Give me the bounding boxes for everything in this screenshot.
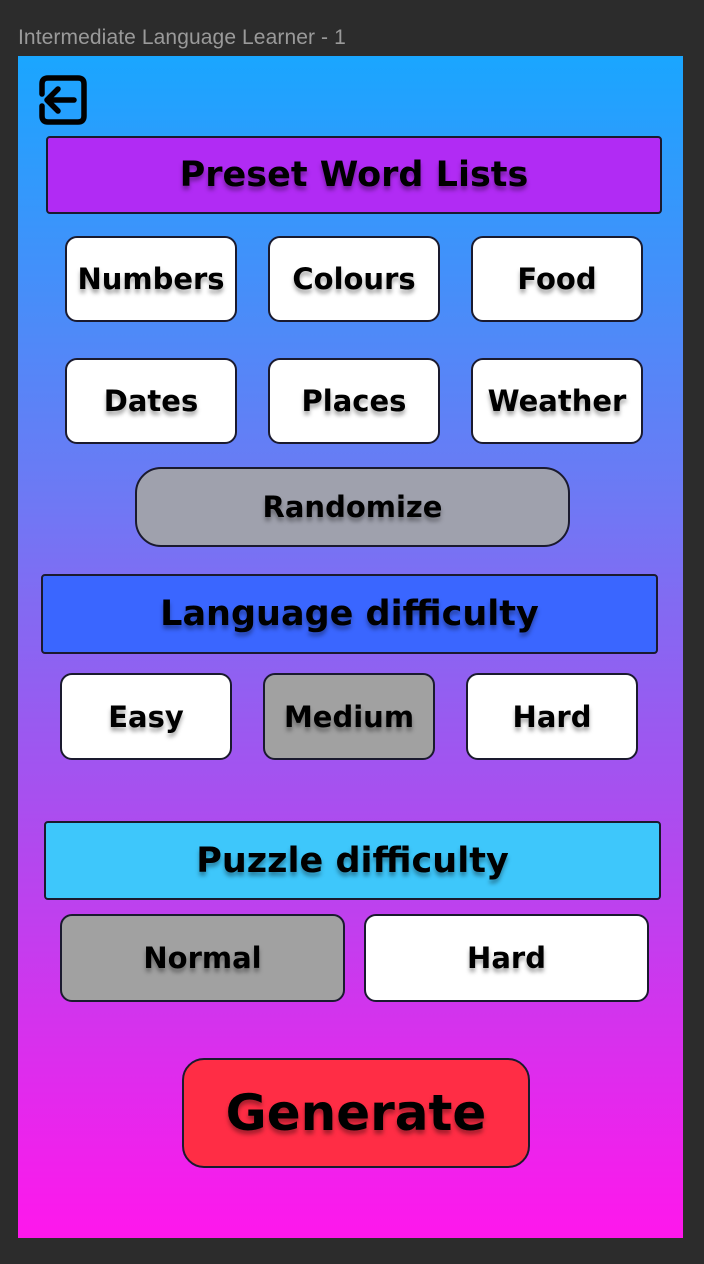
language-hard-button[interactable]: Hard (466, 673, 638, 760)
app-screen: Preset Word Lists Numbers Colours Food D… (18, 56, 683, 1238)
randomize-label: Randomize (262, 490, 443, 524)
language-medium-button[interactable]: Medium (263, 673, 435, 760)
back-button[interactable] (36, 74, 88, 126)
puzzle-normal-label: Normal (143, 941, 262, 975)
preset-word-lists-header: Preset Word Lists (46, 136, 662, 214)
preset-weather-button[interactable]: Weather (471, 358, 643, 444)
preset-numbers-button[interactable]: Numbers (65, 236, 237, 322)
language-difficulty-header: Language difficulty (41, 574, 658, 654)
language-medium-label: Medium (283, 699, 415, 734)
language-easy-button[interactable]: Easy (60, 673, 232, 760)
preset-numbers-label: Numbers (77, 262, 225, 296)
puzzle-normal-button[interactable]: Normal (60, 914, 345, 1002)
frame-title: Intermediate Language Learner - 1 (18, 26, 346, 49)
preset-word-lists-title: Preset Word Lists (179, 155, 529, 195)
randomize-button[interactable]: Randomize (135, 467, 570, 547)
puzzle-difficulty-header: Puzzle difficulty (44, 821, 661, 900)
preset-places-button[interactable]: Places (268, 358, 440, 444)
preset-weather-label: Weather (487, 384, 627, 418)
preset-places-label: Places (301, 384, 407, 418)
preset-colours-label: Colours (292, 262, 416, 296)
puzzle-hard-label: Hard (467, 941, 546, 975)
generate-button[interactable]: Generate (182, 1058, 530, 1168)
puzzle-hard-button[interactable]: Hard (364, 914, 649, 1002)
generate-label: Generate (225, 1084, 487, 1142)
preset-dates-label: Dates (103, 384, 199, 418)
preset-food-button[interactable]: Food (471, 236, 643, 322)
preset-food-label: Food (517, 262, 597, 296)
preset-colours-button[interactable]: Colours (268, 236, 440, 322)
puzzle-difficulty-title: Puzzle difficulty (196, 840, 509, 881)
language-easy-label: Easy (108, 699, 184, 734)
exit-arrow-icon (36, 74, 88, 126)
language-hard-label: Hard (512, 699, 592, 734)
language-difficulty-title: Language difficulty (160, 594, 539, 634)
preset-dates-button[interactable]: Dates (65, 358, 237, 444)
